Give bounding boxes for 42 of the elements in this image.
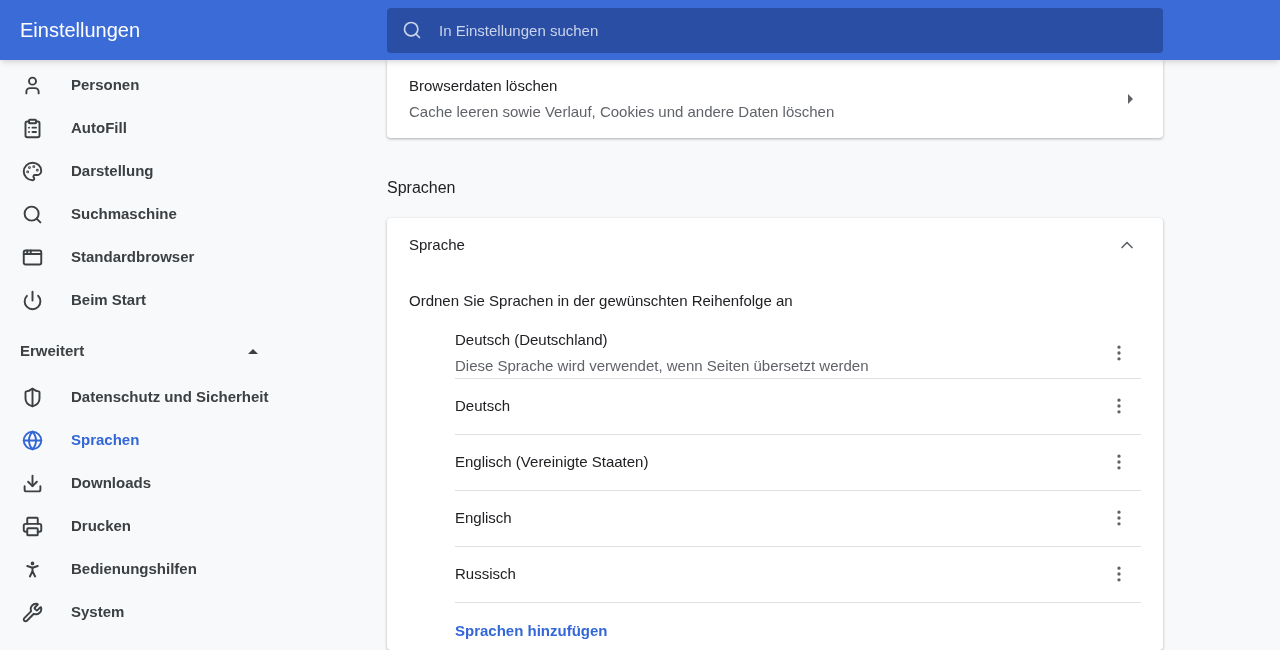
nav-icon — [22, 247, 43, 268]
sidebar-item[interactable]: Personen — [0, 64, 387, 107]
add-languages-link[interactable]: Sprachen hinzufügen — [455, 619, 1141, 642]
nav-icon — [22, 473, 43, 494]
language-name: Deutsch — [455, 395, 511, 416]
sidebar-item[interactable]: Bedienungshilfen — [0, 548, 387, 591]
nav-icon — [22, 602, 43, 623]
section-heading: Sprachen — [387, 178, 457, 198]
sidebar-item[interactable]: Datenschutz und Sicherheit — [0, 376, 387, 419]
sidebar-item[interactable]: Downloads — [0, 462, 387, 505]
sidebar-item[interactable]: Sprachen — [0, 419, 387, 462]
sidebar-item[interactable]: System — [0, 591, 387, 634]
clear-data-card[interactable]: Browserdaten löschen Cache leeren sowie Verlauf, Cookies und andere Daten löschen — [387, 60, 1163, 138]
nav-icon — [22, 290, 43, 311]
language-name: Englisch — [455, 507, 512, 528]
nav-icon — [22, 161, 43, 182]
nav-icon — [22, 387, 43, 408]
page-title: Einstellungen — [19, 18, 142, 43]
language-note: Diese Sprache wird verwendet, wenn Seiten übersetzt werden — [455, 355, 869, 376]
nav-icon — [22, 118, 43, 139]
advanced-toggle[interactable]: Erweitert — [0, 326, 258, 376]
search-icon — [402, 19, 422, 40]
language-name: Deutsch (Deutschland) — [455, 330, 609, 350]
sidebar-item[interactable]: Standardbrowser — [0, 236, 387, 279]
instruction-text: Ordnen Sie Sprachen in der gewünschten Reihenfolge an — [409, 291, 794, 311]
sidebar-item[interactable]: Darstellung — [0, 150, 387, 193]
language-name: Englisch (Vereinigte Staaten) — [455, 451, 649, 472]
sidebar-item[interactable]: Suchmaschine — [0, 193, 387, 236]
sidebar-item[interactable]: Beim Start — [0, 279, 387, 322]
nav-icon — [22, 430, 43, 451]
caret-icon — [248, 348, 258, 354]
nav-icon — [22, 75, 43, 96]
sidebar-item[interactable]: Drucken — [0, 505, 387, 548]
language-name: Russisch — [455, 563, 516, 584]
nav-icon — [22, 516, 43, 537]
clear-data-subtitle: Cache leeren sowie Verlauf, Cookies und andere Daten löschen — [409, 101, 835, 122]
search-field[interactable]: In Einstellungen suchen — [387, 7, 1163, 53]
clear-data-title: Browserdaten löschen — [409, 76, 559, 96]
language-card-header[interactable]: Sprache — [409, 218, 1141, 272]
caret-icon — [1128, 94, 1133, 104]
nav-icon — [22, 204, 43, 225]
sidebar-item[interactable]: AutoFill — [0, 107, 387, 150]
